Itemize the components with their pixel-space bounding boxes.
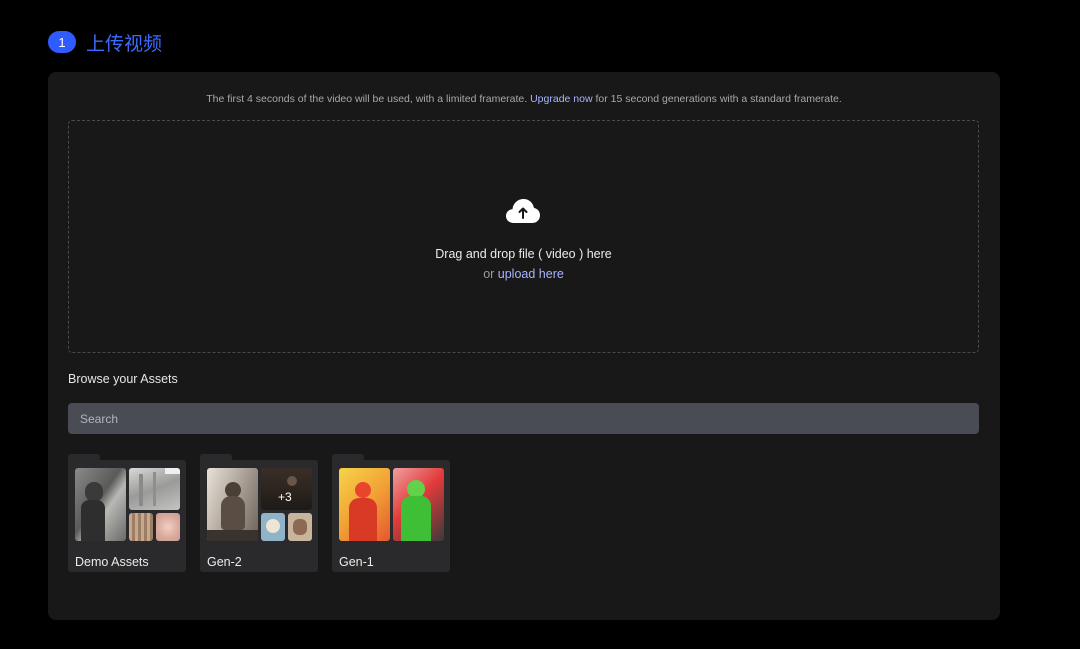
thumbnail-image (129, 468, 180, 510)
cloud-upload-icon (506, 199, 540, 223)
folder-body: Demo Assets (68, 460, 186, 572)
upload-here-link[interactable]: upload here (498, 267, 564, 281)
thumbnail-image (261, 513, 285, 541)
dropzone-instruction: Drag and drop file ( video ) here (435, 247, 612, 261)
thumbnail-image (75, 468, 126, 541)
upgrade-now-link[interactable]: Upgrade now (530, 93, 592, 105)
folder-gen-2[interactable]: +3 Gen-2 (200, 454, 318, 572)
thumbnail-image (156, 513, 180, 541)
folder-label: Demo Assets (75, 555, 149, 569)
folder-body: +3 Gen-2 (200, 460, 318, 572)
assets-search-input[interactable] (68, 403, 979, 434)
dropzone-alternative: or upload here (69, 267, 978, 281)
folder-demo-assets[interactable]: Demo Assets (68, 454, 186, 572)
thumbnail-image (129, 513, 153, 541)
browse-assets-title: Browse your Assets (68, 372, 178, 386)
dropzone-or-text: or (483, 267, 498, 281)
thumbnail-image (207, 468, 258, 541)
more-count-badge: +3 (278, 490, 292, 504)
step-header: 1 上传视频 (48, 30, 163, 55)
folder-body: Gen-1 (332, 460, 450, 572)
notice-text-before: The first 4 seconds of the video will be… (206, 93, 531, 105)
framerate-notice: The first 4 seconds of the video will be… (48, 93, 1000, 105)
folder-gen-1[interactable]: Gen-1 (332, 454, 450, 572)
step-number-badge: 1 (48, 31, 76, 53)
thumbnail-image (339, 468, 390, 541)
thumbnail-image (288, 513, 312, 541)
video-dropzone[interactable]: Drag and drop file ( video ) here or upl… (68, 120, 979, 353)
folder-label: Gen-2 (207, 555, 242, 569)
upload-panel: The first 4 seconds of the video will be… (48, 72, 1000, 620)
notice-text-after: for 15 second generations with a standar… (592, 93, 842, 105)
step-title: 上传视频 (86, 32, 163, 55)
folder-label: Gen-1 (339, 555, 374, 569)
thumbnail-image (393, 468, 444, 541)
thumbnail-image: +3 (261, 468, 312, 510)
